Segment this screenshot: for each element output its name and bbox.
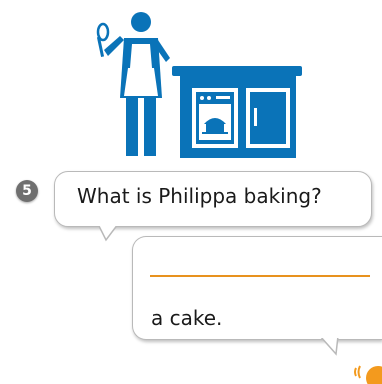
answer-text: a cake. xyxy=(151,306,223,330)
answer-bubble-tail xyxy=(318,336,344,356)
answer-blank-input[interactable] xyxy=(150,275,370,277)
exercise-page: 5 What is Philippa baking? a cake. xyxy=(0,0,382,384)
question-bubble-tail xyxy=(96,224,122,242)
speaker-icon[interactable] xyxy=(350,352,382,384)
question-text: What is Philippa baking? xyxy=(77,184,322,208)
baker-with-oven-icon xyxy=(96,12,302,158)
question-number-badge: 5 xyxy=(16,180,38,202)
